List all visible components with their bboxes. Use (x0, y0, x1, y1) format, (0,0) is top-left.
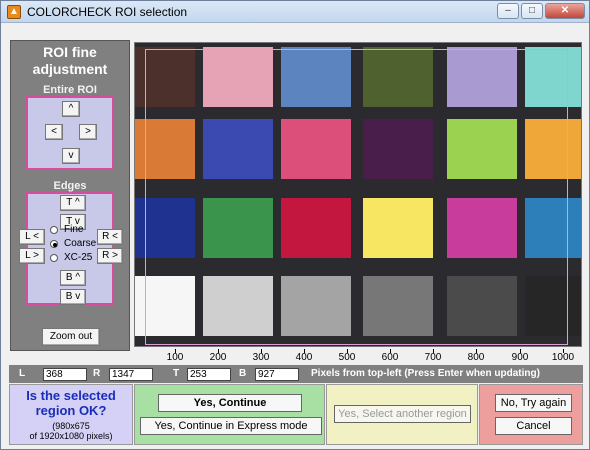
select-region-panel: Yes, Select another region (326, 384, 478, 445)
minimize-button[interactable]: – (497, 3, 519, 19)
top-label: T (173, 368, 180, 379)
colorchecker-image[interactable] (134, 42, 582, 347)
coordinate-note: Pixels from top-left (Press Enter when u… (311, 368, 540, 379)
xc25-radio[interactable] (50, 254, 58, 262)
confirmation-panel: Is the selected region OK? (980x675 of 1… (9, 384, 133, 445)
tick-label-200: 200 (209, 352, 227, 363)
color-patch (281, 198, 351, 258)
color-patch (203, 276, 273, 336)
close-button[interactable]: ✕ (545, 3, 585, 19)
bottom-label: B (239, 368, 247, 379)
tick-label-800: 800 (467, 352, 485, 363)
tick-label-600: 600 (381, 352, 399, 363)
color-patch (447, 276, 517, 336)
color-patch (135, 119, 195, 179)
selected-size-total: of 1920x1080 pixels) (29, 431, 113, 441)
color-patch (281, 276, 351, 336)
entire-roi-left-button[interactable]: < (45, 124, 63, 140)
color-patch (447, 47, 517, 107)
fine-label: Fine (64, 224, 84, 235)
retry-panel: No, Try again Cancel (479, 384, 583, 445)
yes-continue-express-button[interactable]: Yes, Continue in Express mode (140, 417, 322, 435)
no-try-again-button[interactable]: No, Try again (495, 394, 572, 412)
color-patch (135, 47, 195, 107)
yes-continue-button[interactable]: Yes, Continue (158, 394, 302, 412)
left-edge-right-button[interactable]: L > (19, 248, 45, 264)
color-patch (525, 198, 581, 258)
color-patch (363, 47, 433, 107)
roi-fine-adjustment-panel: ROI fine adjustment Entire ROI ^ < > v E… (10, 40, 130, 351)
left-label: L (19, 368, 26, 379)
application-window: ▲ COLORCHECK ROI selection – □ ✕ ROI fin… (0, 0, 590, 450)
continue-panel: Yes, Continue Yes, Continue in Express m… (134, 384, 325, 445)
left-coordinate-input[interactable]: 368 (43, 368, 87, 381)
title-bar[interactable]: ▲ COLORCHECK ROI selection – □ ✕ (1, 1, 589, 23)
color-patch (363, 276, 433, 336)
entire-roi-up-button[interactable]: ^ (62, 101, 80, 117)
color-patch (363, 119, 433, 179)
coarse-label: Coarse (64, 238, 97, 249)
panel-title-line-2: adjustment (32, 61, 108, 77)
right-edge-right-button[interactable]: R > (97, 248, 123, 264)
tick-label-400: 400 (295, 352, 313, 363)
tick-label-900: 900 (511, 352, 529, 363)
cancel-button[interactable]: Cancel (495, 417, 572, 435)
color-patch (135, 198, 195, 258)
right-coordinate-input[interactable]: 1347 (109, 368, 153, 381)
entire-roi-right-button[interactable]: > (79, 124, 97, 140)
color-patch (447, 119, 517, 179)
top-coordinate-input[interactable]: 253 (187, 368, 231, 381)
selected-size: (980x675 (52, 421, 90, 431)
entire-roi-label: Entire ROI (43, 84, 97, 96)
color-patch (525, 276, 581, 336)
color-patch (281, 47, 351, 107)
color-patch (363, 198, 433, 258)
right-edge-left-button[interactable]: R < (97, 229, 123, 245)
tick-label-100: 100 (166, 352, 184, 363)
tick-label-500: 500 (338, 352, 356, 363)
tick-label-700: 700 (424, 352, 442, 363)
tick-label-1000: 1000 (551, 352, 575, 363)
selected-region-question: Is the selected region OK? (26, 388, 116, 418)
fine-radio[interactable] (50, 226, 58, 234)
matlab-icon: ▲ (7, 5, 21, 19)
color-patch (281, 119, 351, 179)
yes-select-another-region-button[interactable]: Yes, Select another region (334, 405, 471, 423)
color-patch (447, 198, 517, 258)
color-patch (135, 276, 195, 336)
tick-label-300: 300 (252, 352, 270, 363)
bottom-coordinate-input[interactable]: 927 (255, 368, 299, 381)
color-patch (525, 119, 581, 179)
edges-box: T ^ T v L < L > R < R > Fine Coarse XC-2… (19, 192, 123, 305)
x-axis: 100 200 300 400 500 600 700 800 900 1000 (134, 348, 582, 366)
color-patch (203, 119, 273, 179)
xc25-label: XC-25 (64, 252, 93, 263)
right-label: R (93, 368, 101, 379)
maximize-button[interactable]: □ (521, 3, 543, 19)
bottom-edge-down-button[interactable]: B v (60, 289, 86, 305)
edges-label: Edges (53, 180, 87, 192)
roi-coordinate-bar: L 368 R 1347 T 253 B 927 Pixels from top… (9, 365, 583, 383)
coarse-radio[interactable] (50, 240, 58, 248)
top-edge-up-button[interactable]: T ^ (60, 195, 86, 211)
bottom-edge-up-button[interactable]: B ^ (60, 270, 86, 286)
color-patch (203, 47, 273, 107)
entire-roi-box: ^ < > v (26, 96, 114, 170)
color-patch (525, 47, 581, 107)
zoom-out-button[interactable]: Zoom out (42, 328, 100, 346)
entire-roi-down-button[interactable]: v (62, 148, 80, 164)
color-patch (203, 198, 273, 258)
panel-title-line-1: ROI fine (43, 44, 97, 60)
window-title: COLORCHECK ROI selection (27, 5, 188, 19)
left-edge-left-button[interactable]: L < (19, 229, 45, 245)
